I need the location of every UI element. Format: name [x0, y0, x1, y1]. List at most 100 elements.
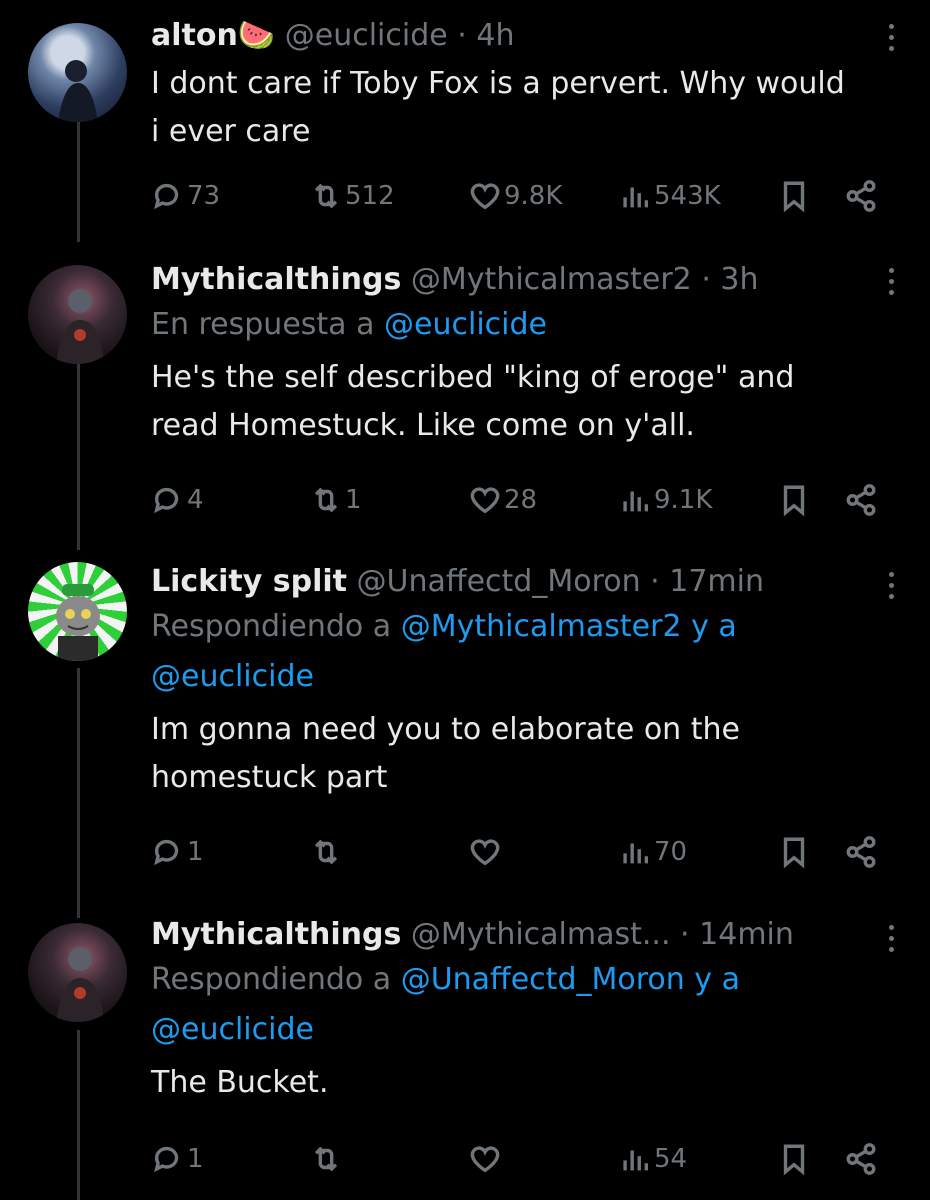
like-button[interactable] [468, 830, 504, 874]
reply-prefix: En respuesta a [151, 307, 385, 342]
tweet-text: Im gonna need you to elaborate on the ho… [151, 706, 870, 802]
bookmark-button[interactable] [777, 830, 811, 874]
bookmark-button[interactable] [777, 1137, 811, 1181]
repost-button[interactable] [309, 830, 345, 874]
timestamp[interactable]: 17min [669, 564, 764, 599]
views-count: 70 [654, 837, 688, 867]
display-name[interactable]: Mythicalthings [151, 262, 401, 297]
tweet-text-line: I dont care if Toby Fox is a pervert. Wh… [151, 66, 845, 101]
reply-mention-link[interactable]: @Unaffectd_Moron y a [401, 962, 740, 997]
views-button[interactable]: 543K [618, 174, 721, 218]
display-name[interactable]: Mythicalthings [151, 917, 401, 952]
tweet[interactable]: alton🍉 @euclicide · 4h I dont care if To… [0, 0, 930, 240]
tweet-text-line: The Bucket. [151, 1065, 329, 1100]
reply-context: Respondiendo a @Mythicalmaster2 y a @euc… [151, 602, 870, 702]
more-icon[interactable] [886, 24, 896, 51]
share-icon [846, 484, 876, 516]
reply-count: 1 [187, 837, 204, 867]
reply-count: 4 [187, 485, 204, 515]
user-handle[interactable]: @euclicide [285, 18, 448, 53]
like-button[interactable] [468, 1137, 504, 1181]
action-bar: 1 70 [151, 830, 886, 874]
views-icon [623, 843, 649, 864]
reply-icon [154, 1146, 179, 1173]
display-name[interactable]: Lickity split [151, 564, 347, 599]
repost-button[interactable]: 512 [309, 174, 395, 218]
tweet-header: alton🍉 @euclicide · 4h [151, 18, 870, 54]
reply-count: 73 [187, 181, 221, 211]
tweet-text-line: He's the self described "king of eroge" … [151, 360, 795, 395]
views-button[interactable]: 9.1K [618, 478, 712, 522]
reply-icon [154, 839, 179, 866]
like-button[interactable]: 28 [468, 478, 537, 522]
repost-button[interactable] [309, 1137, 345, 1181]
share-button[interactable] [844, 478, 878, 522]
tweet-header: Mythicalthings @Mythicalmast... · 14min [151, 917, 870, 953]
more-icon[interactable] [886, 925, 896, 952]
reply-button[interactable]: 1 [151, 830, 204, 874]
like-icon [470, 839, 500, 866]
share-button[interactable] [844, 830, 878, 874]
repost-icon [314, 1146, 338, 1172]
separator: · [457, 18, 467, 53]
repost-icon [314, 839, 338, 865]
avatar[interactable] [28, 23, 127, 122]
repost-count: 512 [345, 181, 395, 211]
timestamp[interactable]: 4h [476, 18, 514, 53]
reply-context: Respondiendo a @Unaffectd_Moron y a @euc… [151, 955, 870, 1055]
avatar[interactable] [28, 562, 127, 661]
reply-mention-link[interactable]: @euclicide [151, 1005, 870, 1055]
like-button[interactable]: 9.8K [468, 174, 562, 218]
more-icon[interactable] [886, 572, 896, 599]
avatar[interactable] [28, 265, 127, 364]
share-button[interactable] [844, 174, 878, 218]
action-bar: 4 1 28 9.1K [151, 478, 886, 522]
views-button[interactable]: 70 [618, 830, 687, 874]
tweet-text: He's the self described "king of eroge" … [151, 354, 870, 450]
tweet-text-line: i ever care [151, 114, 311, 149]
watermelon-emoji: 🍉 [237, 18, 276, 53]
repost-button[interactable]: 1 [309, 478, 362, 522]
tweet[interactable]: Mythicalthings @Mythicalmaster2 · 3h En … [0, 240, 930, 540]
tweet-text-line: Im gonna need you to elaborate on the [151, 712, 740, 747]
reply-count: 1 [187, 1144, 204, 1174]
separator: · [680, 917, 690, 952]
timestamp[interactable]: 14min [699, 917, 794, 952]
reply-button[interactable]: 4 [151, 478, 204, 522]
bookmark-button[interactable] [777, 478, 811, 522]
like-icon [470, 487, 500, 514]
tweet-text-line: homestuck part [151, 760, 388, 795]
user-handle[interactable]: @Mythicalmaster2 [411, 262, 692, 297]
user-handle[interactable]: @Unaffectd_Moron [357, 564, 641, 599]
share-icon [846, 180, 876, 212]
tweet-header: Lickity split @Unaffectd_Moron · 17min [151, 564, 870, 600]
repost-count: 1 [345, 485, 362, 515]
bookmark-button[interactable] [777, 174, 811, 218]
user-handle[interactable]: @Mythicalmast... [411, 917, 671, 952]
reply-button[interactable]: 1 [151, 1137, 204, 1181]
reply-mention-link[interactable]: @euclicide [384, 307, 547, 342]
bookmark-icon [783, 485, 805, 517]
reply-context: En respuesta a @euclicide [151, 300, 870, 350]
views-count: 543K [654, 181, 721, 211]
views-icon [623, 491, 649, 512]
avatar[interactable] [28, 923, 127, 1022]
views-button[interactable]: 54 [618, 1137, 687, 1181]
display-name[interactable]: alton [151, 18, 238, 53]
more-icon[interactable] [886, 268, 896, 295]
tweet-text: The Bucket. [151, 1059, 870, 1107]
views-count: 9.1K [654, 485, 713, 515]
reply-mention-link[interactable]: @Mythicalmaster2 y a [401, 609, 737, 644]
reply-prefix: Respondiendo a [151, 609, 401, 644]
share-button[interactable] [844, 1137, 878, 1181]
action-bar: 1 54 [151, 1137, 886, 1181]
tweet[interactable]: Lickity split @Unaffectd_Moron · 17min R… [0, 540, 930, 895]
timestamp[interactable]: 3h [720, 262, 758, 297]
reply-button[interactable]: 73 [151, 174, 220, 218]
reply-icon [154, 487, 179, 514]
tweet[interactable]: Mythicalthings @Mythicalmast... · 14min … [0, 895, 930, 1200]
reply-mention-link[interactable]: @euclicide [151, 652, 870, 702]
bookmark-icon [783, 1144, 805, 1176]
views-count: 54 [654, 1144, 688, 1174]
share-icon [846, 836, 876, 868]
